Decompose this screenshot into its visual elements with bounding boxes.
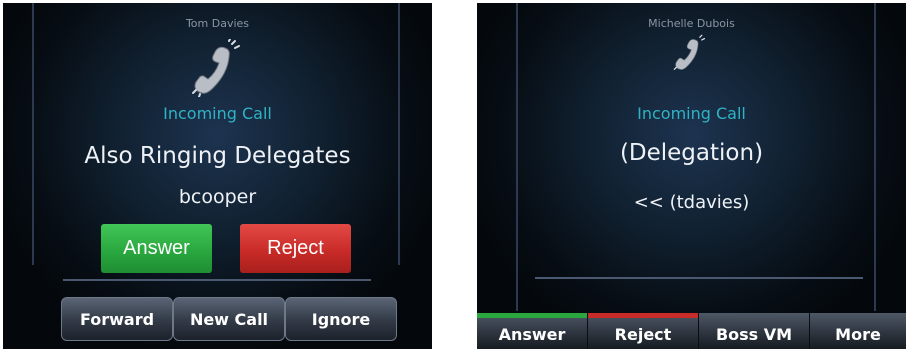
call-status: Incoming Call: [163, 104, 272, 123]
delegate-name: bcooper: [178, 186, 257, 208]
softkey-label: Boss VM: [715, 324, 793, 344]
divider: [535, 277, 863, 279]
boss-vm-softkey[interactable]: Boss VM: [699, 313, 810, 349]
ringing-delegates-text: Also Ringing Delegates: [84, 143, 351, 169]
forward-softkey[interactable]: Forward: [61, 297, 173, 341]
softkey-label: More: [835, 324, 881, 344]
ringing-handset-icon: [673, 34, 706, 70]
reject-accent: [588, 313, 698, 318]
call-status: Incoming Call: [637, 104, 746, 123]
answer-button[interactable]: Answer: [101, 224, 212, 273]
answer-accent: [477, 313, 587, 318]
reject-button[interactable]: Reject: [240, 224, 351, 273]
right-phone-screen: Michelle Dubois Incoming Call (Delegatio…: [477, 3, 906, 349]
more-softkey[interactable]: More: [810, 313, 906, 349]
left-phone-screen: Tom Davies Incoming Call Also Ringing De…: [3, 3, 432, 349]
ignore-softkey[interactable]: Ignore: [285, 297, 397, 341]
ringing-handset-icon: [192, 39, 240, 97]
new-call-softkey[interactable]: New Call: [173, 297, 285, 341]
softkey-label: Reject: [614, 324, 672, 344]
answer-softkey[interactable]: Answer: [477, 313, 588, 349]
right-border-line: [398, 3, 400, 265]
caller-name: Tom Davies: [185, 17, 250, 30]
divider: [63, 279, 371, 281]
caller-name: Michelle Dubois: [648, 17, 735, 30]
boss-name: << (tdavies): [633, 192, 750, 213]
softkey-label: Answer: [498, 324, 566, 344]
left-border-line: [32, 3, 34, 265]
reject-softkey[interactable]: Reject: [588, 313, 699, 349]
delegation-text: (Delegation): [619, 140, 764, 166]
